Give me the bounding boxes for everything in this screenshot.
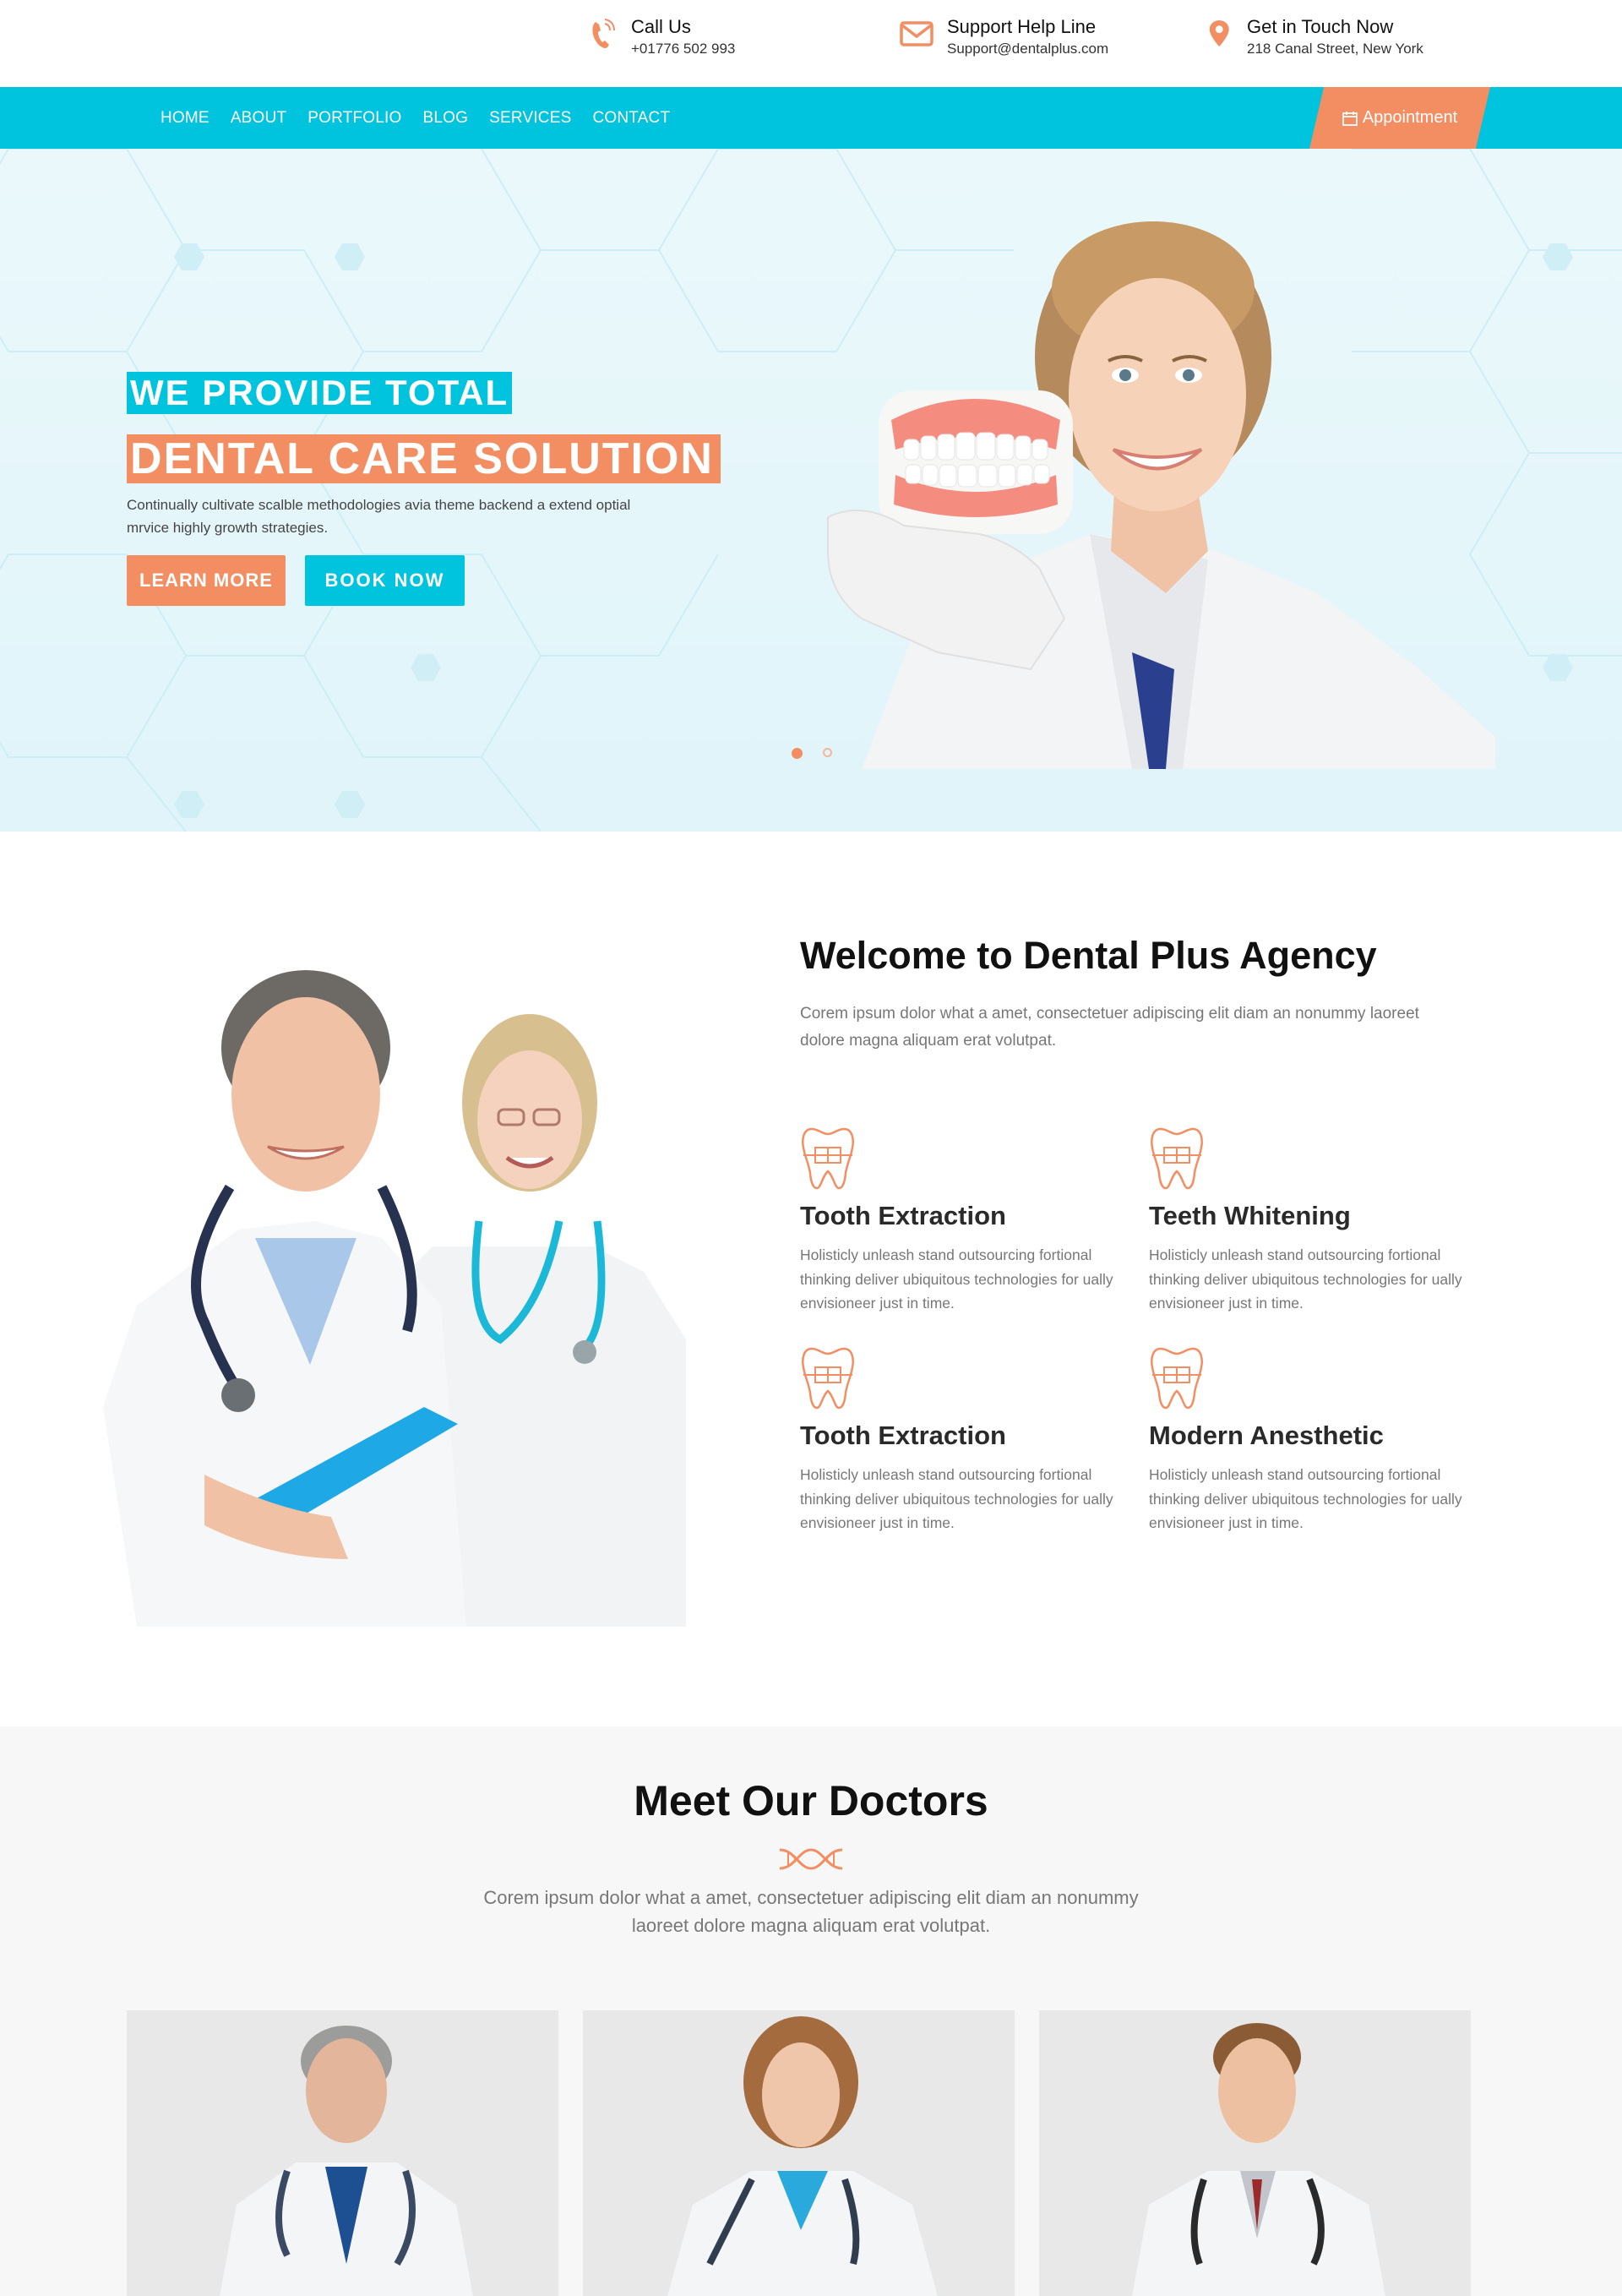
location-address: 218 Canal Street, New York xyxy=(1247,41,1423,57)
map-pin-icon xyxy=(1209,20,1229,46)
slider-dot-2[interactable] xyxy=(823,748,832,757)
service-item: Tooth Extraction Holisticly unleash stan… xyxy=(800,1124,1129,1316)
service-description: Holisticly unleash stand outsourcing for… xyxy=(1149,1466,1462,1531)
hero-slider: WE PROVIDE TOTAL DENTAL CARE SOLUTION Co… xyxy=(0,149,1622,832)
call-us-number: +01776 502 993 xyxy=(631,41,736,57)
learn-more-button[interactable]: LEARN MORE xyxy=(127,555,286,606)
support-email: Support@dentalplus.com xyxy=(947,41,1109,57)
location-title: Get in Touch Now xyxy=(1247,16,1394,37)
doctor-photo xyxy=(220,2026,473,2296)
tooth-braces-icon xyxy=(1151,1347,1203,1410)
service-item: Teeth Whitening Holisticly unleash stand… xyxy=(1149,1124,1478,1316)
calendar-icon xyxy=(1342,111,1358,126)
hero-headline-line2: DENTAL CARE SOLUTION xyxy=(127,434,721,483)
service-title: Modern Anesthetic xyxy=(1149,1421,1384,1450)
support-info[interactable]: Support Help Line Support@dentalplus.com xyxy=(900,15,1108,59)
slider-dot-1[interactable] xyxy=(792,748,803,759)
main-navigation: HOME ABOUT PORTFOLIO BLOG SERVICES CONTA… xyxy=(0,87,1622,149)
doctor-photo xyxy=(667,2016,938,2296)
welcome-title: Welcome to Dental Plus Agency xyxy=(800,934,1377,977)
service-title: Teeth Whitening xyxy=(1149,1201,1351,1230)
tooth-braces-icon xyxy=(1151,1127,1203,1190)
location-info[interactable]: Get in Touch Now 218 Canal Street, New Y… xyxy=(1208,15,1423,59)
nav-about[interactable]: ABOUT xyxy=(231,109,286,128)
nav-portfolio[interactable]: PORTFOLIO xyxy=(308,109,401,128)
service-description: Holisticly unleash stand outsourcing for… xyxy=(800,1466,1113,1531)
call-us-info[interactable]: Call Us +01776 502 993 xyxy=(589,15,735,59)
phone-icon xyxy=(592,19,615,48)
hero-description: Continually cultivate scalble methodolog… xyxy=(127,497,631,536)
service-title: Tooth Extraction xyxy=(800,1421,1006,1450)
doctor-card[interactable] xyxy=(127,2010,558,2296)
meet-our-doctors-section: Meet Our Doctors Corem ipsum dolor what … xyxy=(0,1726,1622,2296)
doctors-team-image xyxy=(103,970,686,1627)
dentist-hero-image xyxy=(827,221,1495,769)
doctors-title: Meet Our Doctors xyxy=(634,1777,988,1824)
hero-headline-line1: WE PROVIDE TOTAL xyxy=(127,372,513,414)
service-title: Tooth Extraction xyxy=(800,1201,1006,1230)
service-item: Modern Anesthetic Holisticly unleash sta… xyxy=(1149,1344,1478,1535)
nav-links: HOME ABOUT PORTFOLIO BLOG SERVICES CONTA… xyxy=(161,87,691,149)
service-description: Holisticly unleash stand outsourcing for… xyxy=(800,1246,1113,1312)
doctor-photo xyxy=(1132,2023,1385,2296)
tooth-braces-icon xyxy=(802,1127,854,1190)
book-now-button[interactable]: BOOK NOW xyxy=(305,555,465,606)
envelope-icon xyxy=(900,21,933,46)
dna-divider-icon xyxy=(779,1848,843,1870)
doctor-card[interactable] xyxy=(1039,2010,1471,2296)
service-description: Holisticly unleash stand outsourcing for… xyxy=(1149,1246,1462,1312)
appointment-label: Appointment xyxy=(1362,108,1458,127)
nav-blog[interactable]: BLOG xyxy=(423,109,469,128)
call-us-title: Call Us xyxy=(631,16,691,37)
service-item: Tooth Extraction Holisticly unleash stan… xyxy=(800,1344,1129,1535)
nav-contact[interactable]: CONTACT xyxy=(592,109,670,128)
nav-home[interactable]: HOME xyxy=(161,109,210,128)
doctors-description: Corem ipsum dolor what a amet, consectet… xyxy=(483,1887,1139,1936)
doctor-card[interactable] xyxy=(583,2010,1015,2296)
top-info-bar: Call Us +01776 502 993 Support Help Line… xyxy=(0,0,1622,87)
support-title: Support Help Line xyxy=(947,16,1097,37)
nav-services[interactable]: SERVICES xyxy=(489,109,571,128)
tooth-braces-icon xyxy=(802,1347,854,1410)
appointment-button[interactable]: Appointment xyxy=(1309,87,1490,149)
welcome-description: Corem ipsum dolor what a amet, consectet… xyxy=(800,1005,1419,1050)
